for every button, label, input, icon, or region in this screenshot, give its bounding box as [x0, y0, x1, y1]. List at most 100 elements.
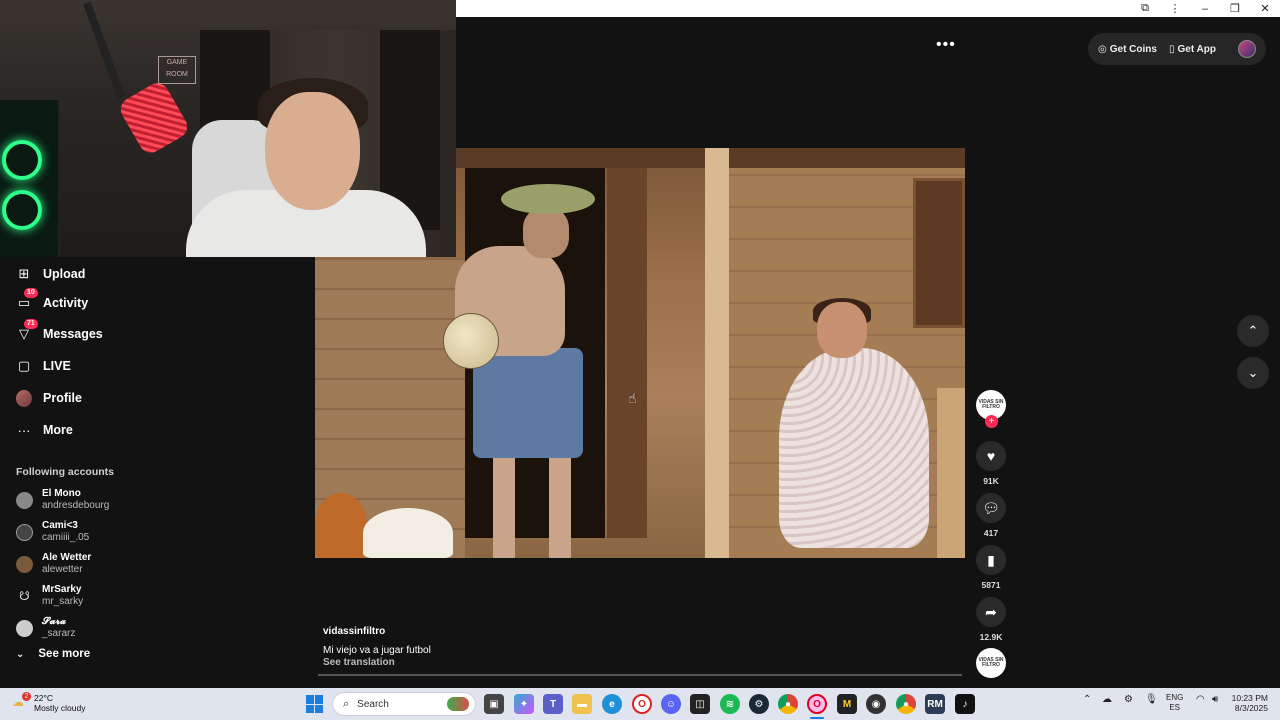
share-count: 12.9K [979, 632, 1003, 642]
like-button[interactable]: ♥ [976, 441, 1006, 471]
follow-button[interactable]: + [985, 415, 998, 428]
video-man-leg [549, 453, 571, 558]
system-clock[interactable]: 10:23 PM 8/3/2025 [1226, 693, 1268, 713]
following-account[interactable]: Ale Wetter alewetter [16, 552, 91, 576]
video-caption: vidassinfiltro Mi viejo va a jugar futbo… [323, 626, 431, 669]
bookmark-button[interactable]: ▮ [976, 545, 1006, 575]
start-button[interactable] [306, 695, 324, 713]
avatar [16, 619, 33, 637]
video-woman-head [817, 302, 867, 358]
following-account[interactable]: 𝓢𝓪𝓻𝓪 _sararz [16, 616, 75, 640]
video-username[interactable]: vidassinfiltro [323, 626, 431, 637]
kebab-icon[interactable]: ⋮ [1160, 0, 1190, 17]
more-options-button[interactable]: ••• [936, 36, 956, 54]
clock-date: 8/3/2025 [1234, 703, 1268, 713]
edge-icon[interactable]: e [602, 694, 622, 714]
windows-taskbar: ☁ 2 22°C Mostly cloudy ⌕ Search ▣ ✦ T ▬ e… [0, 688, 1280, 720]
nav-label: Messages [43, 327, 103, 341]
cloud-icon[interactable]: ☁ [1102, 694, 1112, 705]
chrome-alt-icon[interactable]: ● [896, 694, 916, 714]
see-translation-link[interactable]: See translation [323, 657, 431, 669]
webcam-fan-light [2, 140, 42, 180]
music-disc[interactable]: VIDAS SIN FILTRO [976, 648, 1006, 678]
next-video-button[interactable]: ⌄ [1237, 357, 1269, 389]
language-indicator[interactable]: ENG ES [1166, 693, 1183, 713]
weather-widget[interactable]: ☁ 2 22°C Mostly cloudy [12, 692, 86, 713]
opera-icon[interactable]: O [632, 694, 652, 714]
get-app-button[interactable]: ▯ Get App [1169, 44, 1216, 55]
see-more-button[interactable]: ⌄ See more [16, 648, 90, 660]
get-app-label: Get App [1177, 43, 1216, 55]
task-view-icon[interactable]: ▣ [484, 694, 504, 714]
account-text: Ale Wetter alewetter [42, 552, 91, 576]
capcut-icon[interactable]: ◫ [690, 694, 710, 714]
restore-button[interactable]: ❐ [1220, 0, 1250, 17]
video-man-hat [501, 184, 595, 214]
avatar [16, 389, 32, 407]
account-name: Ale Wetter [42, 552, 92, 563]
minimize-button[interactable]: – [1190, 0, 1220, 17]
comment-button[interactable]: 💬︎ [976, 493, 1006, 523]
weather-badge: 2 [22, 692, 31, 701]
steam-tray-icon[interactable]: ⚙ [1124, 694, 1133, 705]
active-app-indicator [810, 717, 824, 719]
tiktok-icon[interactable]: ♪ [955, 694, 975, 714]
account-handle: _sararz [42, 628, 76, 639]
account-handle: mr_sarky [42, 596, 84, 607]
chevron-up-icon: ⌃ [1247, 323, 1259, 338]
search-placeholder: Search [357, 698, 389, 710]
following-account[interactable]: Cami<3 camiiii_.05 [16, 520, 89, 544]
phone-icon: ▯ [1168, 43, 1175, 55]
nav-activity[interactable]: ▭ 10 Activity [16, 288, 88, 315]
file-explorer-icon[interactable]: ▬ [572, 694, 592, 714]
following-account[interactable]: El Mono andresdebourg [16, 488, 109, 512]
account-name: 𝓢𝓪𝓻𝓪 [42, 616, 67, 627]
wifi-icon[interactable]: ◠ [1196, 694, 1205, 705]
account-name: Cami<3 [42, 520, 78, 531]
rm-app-icon[interactable]: RM [925, 694, 945, 714]
close-button[interactable]: ✕ [1250, 0, 1280, 17]
volume-icon[interactable]: 🔊︎ [1212, 694, 1218, 705]
messages-badge: 71 [24, 319, 38, 329]
keyboard-layout: ES [1169, 703, 1180, 712]
terminal-icon[interactable]: M [837, 694, 857, 714]
nav-label: Upload [43, 267, 86, 281]
opera-gx-icon[interactable]: O [807, 694, 827, 714]
spotify-icon[interactable]: ≋ [720, 694, 740, 714]
chrome-icon[interactable]: ● [778, 694, 798, 714]
account-handle: alewetter [42, 564, 83, 575]
account-handle: andresdebourg [42, 500, 110, 511]
video-progress-bar[interactable] [318, 674, 962, 676]
account-name: El Mono [42, 488, 81, 499]
more-icon: ··· [17, 422, 31, 438]
obs-icon[interactable]: ◉ [866, 694, 886, 714]
nav-profile[interactable]: Profile [16, 386, 82, 410]
video-post [705, 148, 729, 558]
following-account[interactable]: ☋ MrSarky mr_sarky [16, 584, 83, 608]
discord-icon[interactable]: ☺ [661, 694, 681, 714]
video-chicken [363, 508, 453, 558]
taskbar-search[interactable]: ⌕ Search [332, 692, 476, 716]
webcam-microphone [116, 79, 192, 157]
microphone-icon[interactable]: 🎙︎ [1145, 694, 1158, 705]
comment-icon: 💬︎ [982, 499, 1000, 516]
search-icon: ⌕ [343, 697, 350, 710]
webcam-person-head [265, 92, 360, 210]
nav-upload[interactable]: ⊞ Upload [16, 262, 86, 286]
chevron-down-icon: ⌄ [1247, 365, 1259, 380]
nav-messages[interactable]: ▽ 71 Messages [16, 319, 103, 346]
user-avatar[interactable] [1238, 40, 1256, 58]
previous-video-button[interactable]: ⌃ [1237, 315, 1269, 347]
get-coins-button[interactable]: ◎ Get Coins [1098, 44, 1157, 55]
chevron-up-icon[interactable]: ⌃ [1083, 694, 1091, 705]
nav-label: Profile [43, 391, 82, 405]
avatar [16, 555, 33, 573]
steam-icon[interactable]: ⚙ [749, 694, 769, 714]
share-icon: ➦ [985, 603, 997, 620]
copilot-icon[interactable]: ✦ [514, 694, 534, 714]
nav-more[interactable]: ··· More [16, 418, 73, 442]
share-button[interactable]: ➦ [976, 597, 1006, 627]
nav-live[interactable]: ▢ LIVE [16, 354, 71, 378]
puzzle-icon[interactable]: ⧉ [1130, 0, 1160, 17]
teams-icon[interactable]: T [543, 694, 563, 714]
